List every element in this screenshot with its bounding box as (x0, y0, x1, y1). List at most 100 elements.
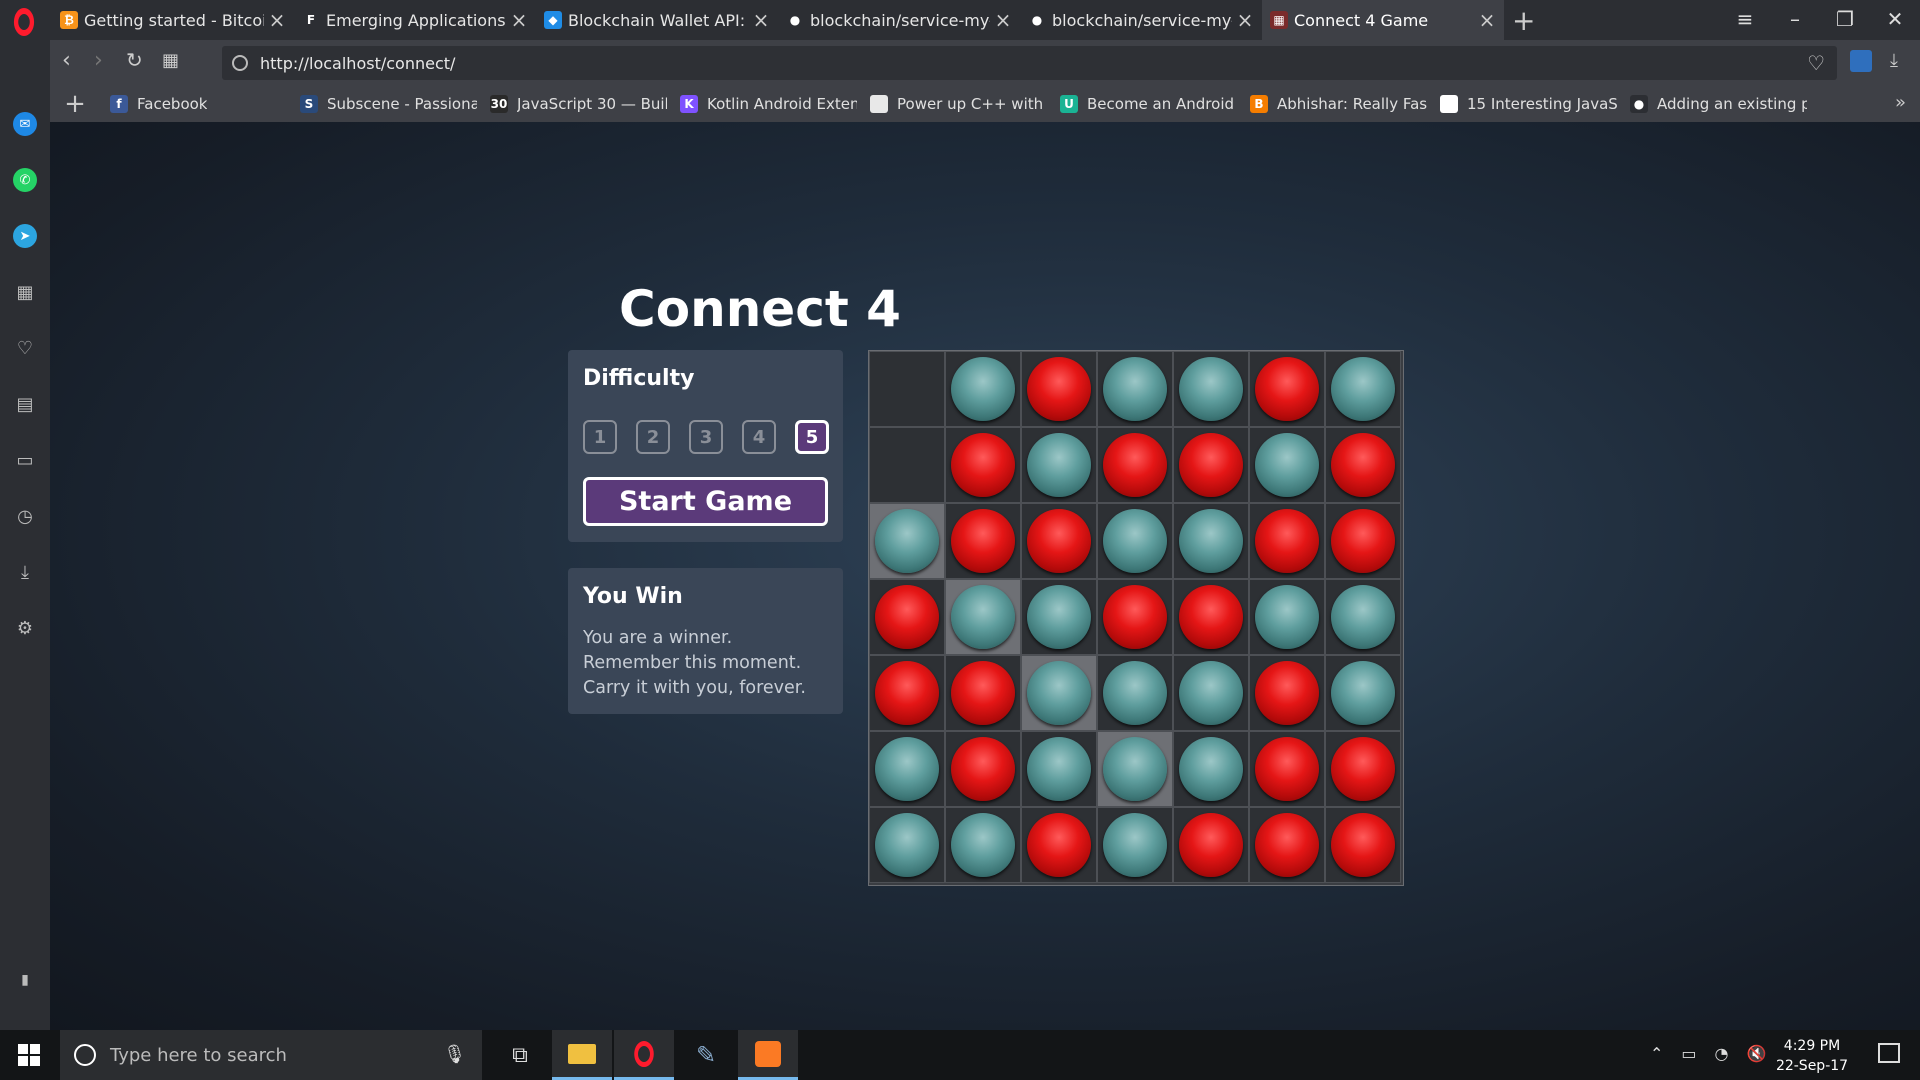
board-cell[interactable] (1097, 351, 1173, 427)
board-cell[interactable] (1249, 579, 1325, 655)
board-cell[interactable] (1249, 503, 1325, 579)
settings-gear-icon[interactable]: ⚙ (13, 616, 37, 640)
board-cell[interactable] (869, 655, 945, 731)
board-cell[interactable] (1249, 731, 1325, 807)
sidebar-toggle-icon[interactable]: ▮ (13, 968, 37, 992)
board-cell[interactable] (1173, 655, 1249, 731)
wifi-icon[interactable]: ◔ (1715, 1044, 1729, 1063)
opera-menu-icon[interactable] (13, 8, 35, 36)
board-cell[interactable] (945, 807, 1021, 883)
board-cell[interactable] (1173, 807, 1249, 883)
extension-icon[interactable] (1850, 50, 1872, 72)
board-cell[interactable] (1021, 503, 1097, 579)
board-cell[interactable] (1097, 655, 1173, 731)
restore-button[interactable]: ❐ (1820, 0, 1870, 40)
board-cell[interactable] (1325, 731, 1401, 807)
board-cell[interactable] (1173, 503, 1249, 579)
board-cell[interactable] (1021, 807, 1097, 883)
downloads-icon[interactable]: ⤓ (1890, 50, 1898, 71)
taskbar-search[interactable]: Type here to search 🎙 (60, 1030, 482, 1080)
search-placeholder[interactable]: Type here to search (110, 1045, 287, 1066)
board-cell[interactable] (1249, 807, 1325, 883)
battery-icon[interactable]: ▭ (1681, 1044, 1696, 1063)
board-cell[interactable] (1173, 351, 1249, 427)
more-bookmarks-icon[interactable]: » (1895, 92, 1906, 113)
windows-start-icon[interactable] (18, 1044, 40, 1066)
bookmark-item[interactable]: S Subscene - Passiona (290, 95, 480, 113)
tab[interactable]: ₿ Getting started - Bitcoin × (52, 0, 294, 40)
whatsapp-icon[interactable]: ✆ (13, 168, 37, 192)
board-cell[interactable] (1173, 731, 1249, 807)
downloads-icon[interactable]: ⤓ (13, 560, 37, 584)
board-cell[interactable] (945, 427, 1021, 503)
bookmark-item[interactable]: ● Adding an existing p (1620, 95, 1810, 113)
tab[interactable]: ● blockchain/service-my-wa× (778, 0, 1020, 40)
tab[interactable]: F Emerging Applications For× (294, 0, 536, 40)
board-cell[interactable] (869, 807, 945, 883)
board-cell[interactable] (1021, 351, 1097, 427)
board-cell[interactable] (945, 579, 1021, 655)
board-cell[interactable] (1097, 427, 1173, 503)
bookmark-heart-icon[interactable]: ♡ (1807, 51, 1825, 75)
tab[interactable]: ◆ Blockchain Wallet API: Bitc× (536, 0, 778, 40)
difficulty-level-button[interactable]: 5 (795, 420, 829, 454)
board-cell[interactable] (1325, 351, 1401, 427)
board-cell[interactable] (1097, 731, 1173, 807)
board-cell[interactable] (1249, 427, 1325, 503)
show-hidden-icons[interactable]: ⌃ (1650, 1044, 1663, 1063)
board-cell[interactable] (945, 503, 1021, 579)
board-cell[interactable] (1097, 807, 1173, 883)
close-tab-icon[interactable]: × (752, 8, 770, 32)
file-explorer-icon[interactable] (552, 1030, 612, 1080)
messenger-icon[interactable]: ✉ (13, 112, 37, 136)
board-cell[interactable] (869, 731, 945, 807)
back-button[interactable]: ‹ (62, 48, 71, 73)
history-icon[interactable]: ◷ (13, 504, 37, 528)
speed-dial-icon[interactable]: ▦ (13, 280, 37, 304)
task-view-icon[interactable]: ⧉ (490, 1030, 550, 1080)
volume-muted-icon[interactable]: 🔇 (1747, 1044, 1767, 1063)
bookmark-item[interactable]: K Kotlin Android Exten (670, 95, 860, 113)
xampp-icon[interactable] (738, 1030, 798, 1080)
microphone-icon[interactable]: 🎙 (443, 1044, 466, 1065)
bookmarks-heart-icon[interactable]: ♡ (13, 336, 37, 360)
forward-button[interactable]: › (94, 48, 103, 73)
cortana-icon[interactable] (74, 1044, 96, 1066)
url-text[interactable]: http://localhost/connect/ (260, 54, 455, 73)
board-cell[interactable] (945, 351, 1021, 427)
board-cell[interactable] (869, 351, 945, 427)
difficulty-level-button[interactable]: 2 (636, 420, 670, 454)
board-cell[interactable] (1097, 579, 1173, 655)
tabs-icon[interactable]: ▭ (13, 448, 37, 472)
clock[interactable]: 4:29 PM 22-Sep-17 (1772, 1036, 1852, 1076)
difficulty-level-button[interactable]: 3 (689, 420, 723, 454)
bookmark-item[interactable]: f Facebook (100, 95, 290, 113)
new-tab-button[interactable]: + (1512, 4, 1535, 37)
board-cell[interactable] (869, 427, 945, 503)
board-cell[interactable] (1021, 579, 1097, 655)
bookmark-item[interactable]: 15 Interesting JavaSc (1430, 95, 1620, 113)
start-game-button[interactable]: Start Game (583, 477, 828, 526)
paint-icon[interactable]: ✎ (676, 1030, 736, 1080)
close-tab-icon[interactable]: × (268, 8, 286, 32)
close-tab-icon[interactable]: × (1478, 8, 1496, 32)
close-tab-icon[interactable]: × (1236, 8, 1254, 32)
board-cell[interactable] (1325, 427, 1401, 503)
minimize-button[interactable]: – (1770, 0, 1820, 40)
board-cell[interactable] (1173, 579, 1249, 655)
board-cell[interactable] (1021, 655, 1097, 731)
game-board[interactable] (868, 350, 1404, 886)
board-cell[interactable] (869, 503, 945, 579)
bookmark-item[interactable]: B Abhishar: Really Fast (1240, 95, 1430, 113)
close-tab-icon[interactable]: × (510, 8, 528, 32)
board-cell[interactable] (1325, 503, 1401, 579)
reload-button[interactable]: ↻ (126, 48, 143, 72)
board-cell[interactable] (945, 731, 1021, 807)
add-bookmark-button[interactable]: + (50, 89, 100, 119)
bookmark-item[interactable]: U Become an Android (1050, 95, 1240, 113)
difficulty-level-button[interactable]: 4 (742, 420, 776, 454)
board-cell[interactable] (1249, 351, 1325, 427)
close-window-button[interactable]: ✕ (1870, 0, 1920, 40)
board-cell[interactable] (1097, 503, 1173, 579)
board-cell[interactable] (1325, 807, 1401, 883)
